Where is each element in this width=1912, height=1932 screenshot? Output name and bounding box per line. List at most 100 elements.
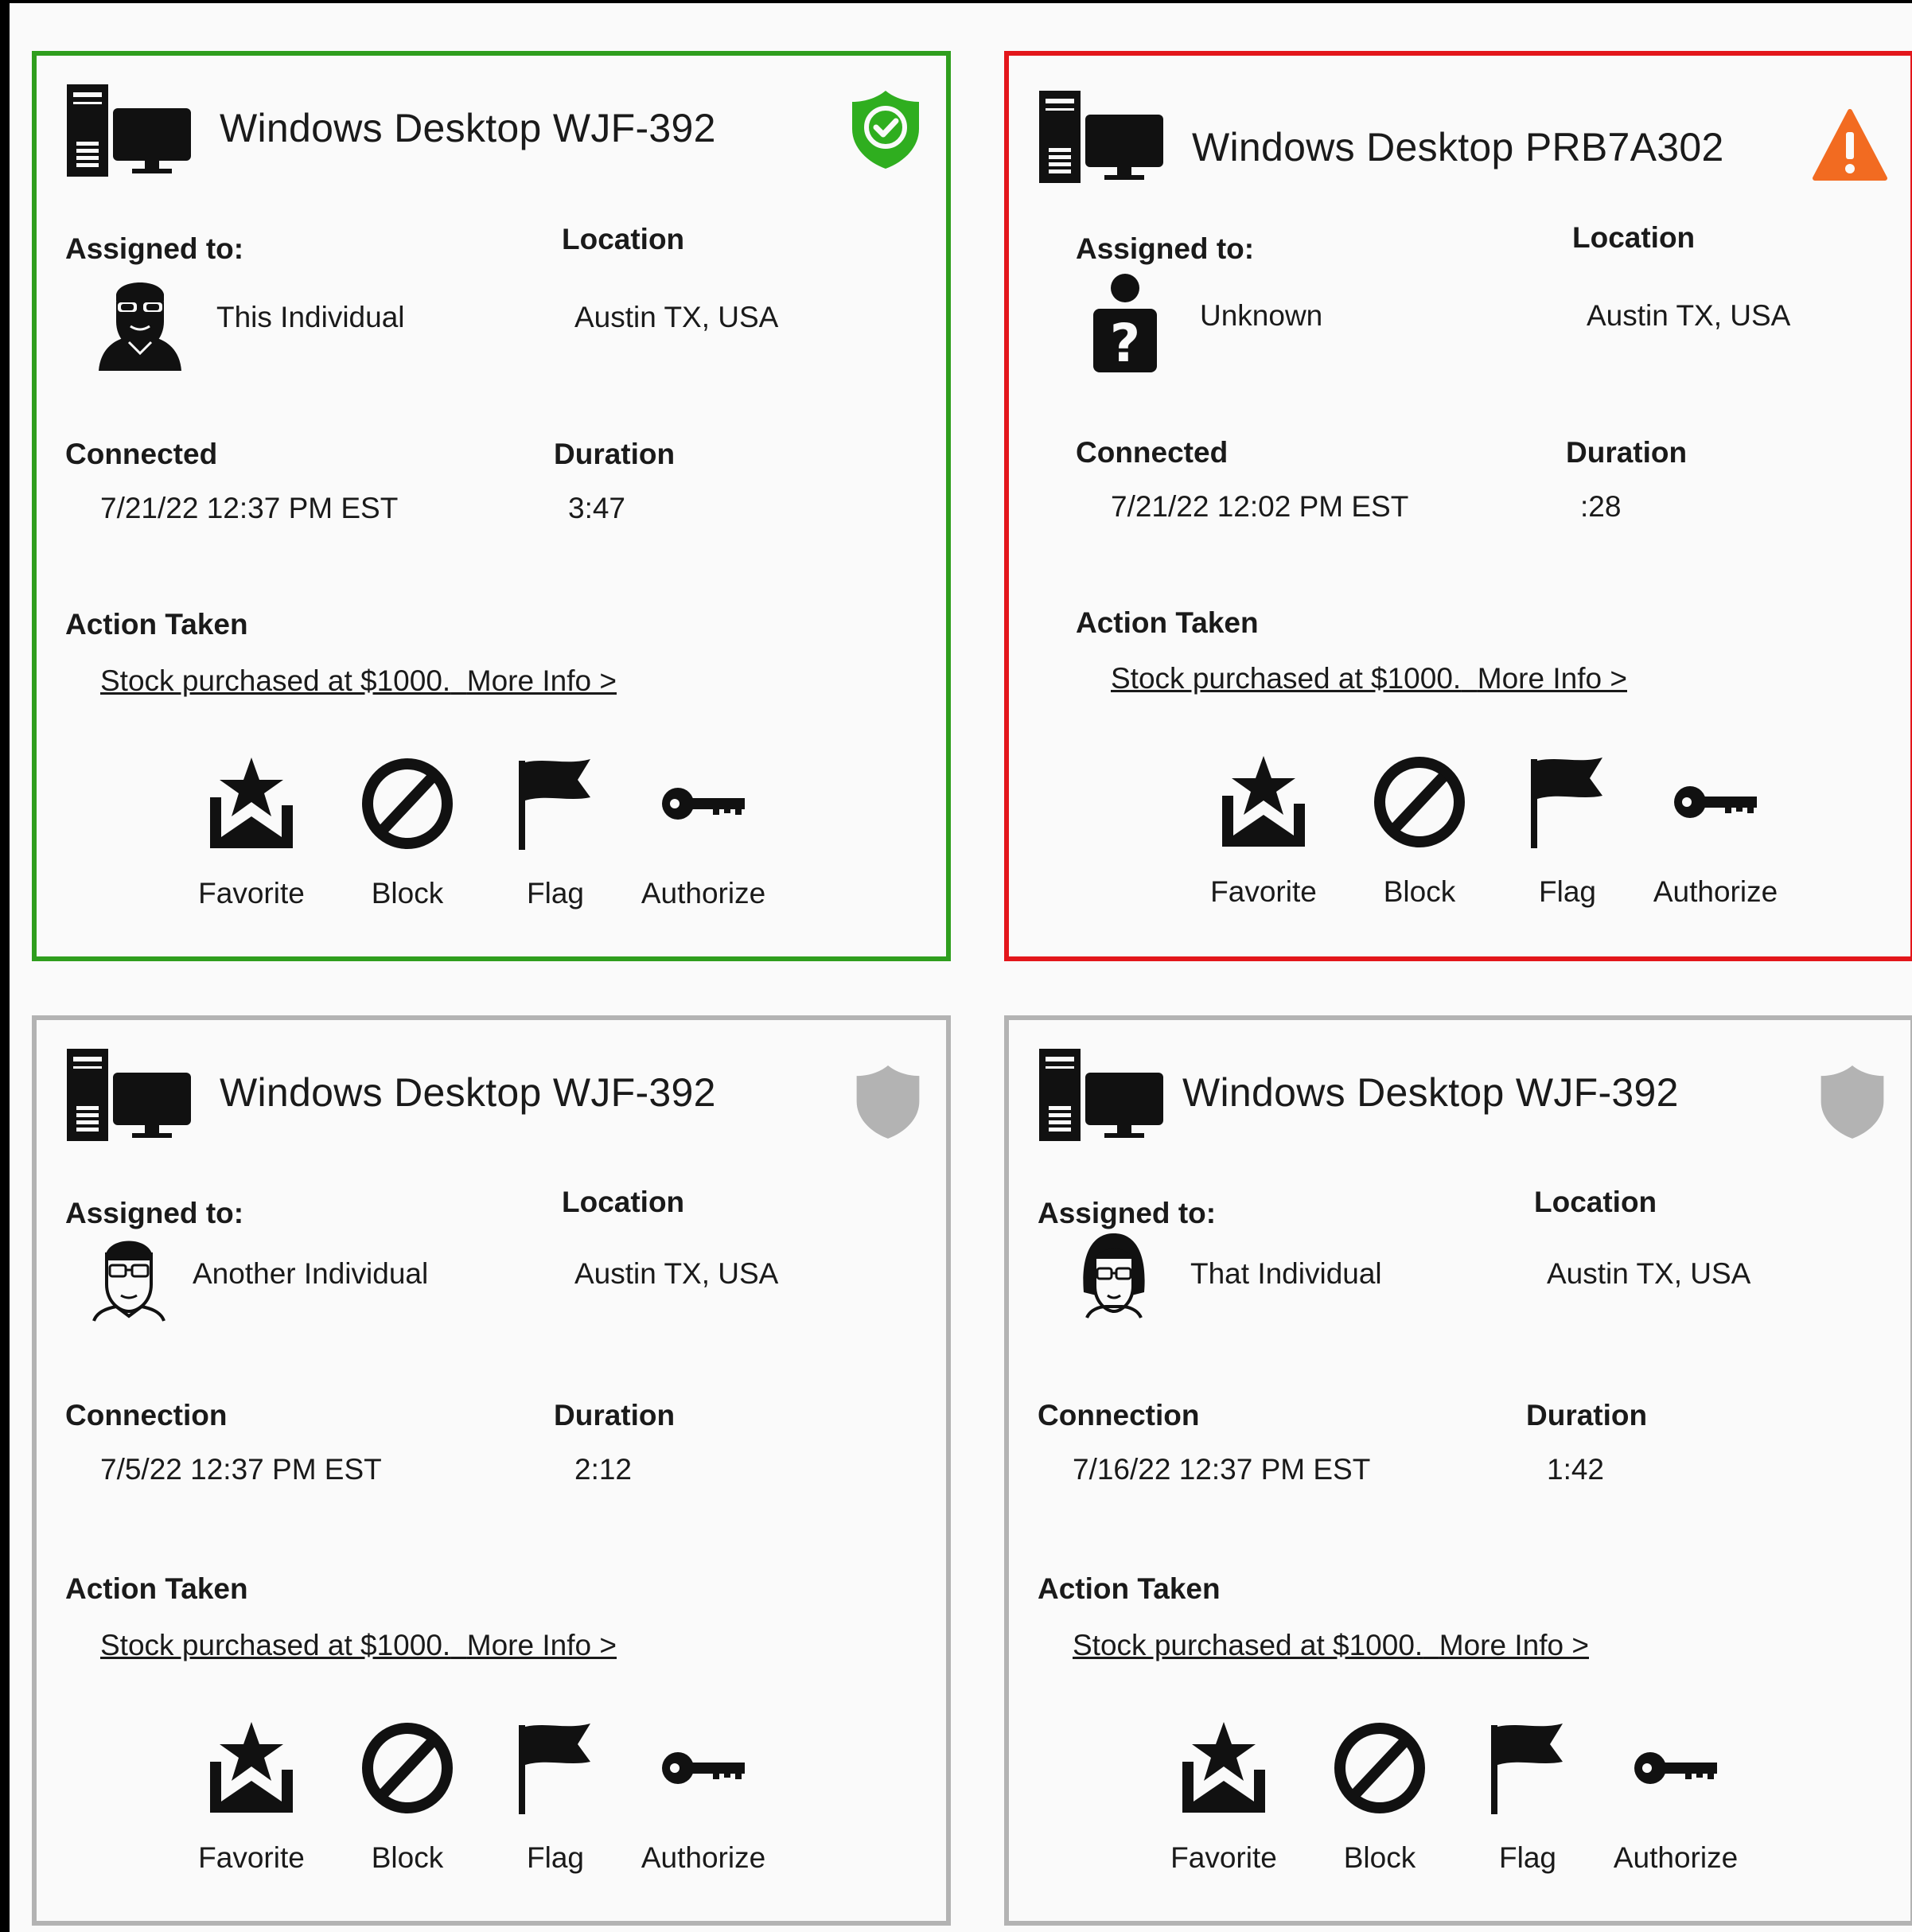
device-card: Windows Desktop WJF-392 Assigned to: Thi… [32, 51, 951, 961]
block-icon [360, 756, 455, 851]
authorize-label: Authorize [641, 877, 766, 910]
flag-button[interactable]: Flag [476, 1720, 635, 1879]
action-bar: Favorite Block Flag Authorize [1184, 754, 1789, 913]
authorize-label: Authorize [641, 1841, 766, 1874]
flag-button[interactable]: Flag [1488, 754, 1647, 913]
flag-label: Flag [1499, 1841, 1556, 1874]
block-button[interactable]: Block [1300, 1720, 1459, 1879]
action-taken-link[interactable]: Stock purchased at $1000. More Info > [100, 664, 617, 698]
assigned-value: Another Individual [193, 1257, 429, 1290]
device-title: Windows Desktop WJF-392 [220, 106, 716, 150]
action-taken-label: Action Taken [1038, 1572, 1221, 1605]
action-taken-text: Stock purchased at $1000. [100, 1629, 451, 1661]
connection-label: Connection [1038, 1399, 1200, 1431]
block-label: Block [371, 1841, 444, 1874]
authorize-button[interactable]: Authorize [624, 756, 783, 915]
favorite-button[interactable]: Favorite [172, 756, 331, 915]
duration-label: Duration [554, 438, 676, 470]
favorite-button[interactable]: Favorite [1184, 754, 1343, 913]
key-icon [656, 1720, 751, 1816]
duration-value: 2:12 [574, 1453, 633, 1486]
block-icon [360, 1720, 455, 1816]
more-info-link[interactable]: More Info > [1439, 1629, 1589, 1661]
assigned-label: Assigned to: [65, 1197, 244, 1229]
duration-value: 3:47 [568, 492, 626, 524]
favorite-icon [1176, 1720, 1271, 1816]
bearded-man-avatar-icon [92, 271, 188, 374]
flag-icon [1480, 1720, 1575, 1816]
connected-label: Connected [65, 438, 218, 470]
device-card: Windows Desktop WJF-392 Assigned to: Ano… [32, 1015, 951, 1926]
authorize-label: Authorize [1613, 1841, 1739, 1874]
connected-value: 7/21/22 12:37 PM EST [100, 492, 399, 524]
favorite-button[interactable]: Favorite [172, 1720, 331, 1879]
action-taken-label: Action Taken [65, 1572, 248, 1605]
block-icon [1332, 1720, 1427, 1816]
duration-label: Duration [554, 1399, 676, 1431]
flag-button[interactable]: Flag [476, 756, 635, 915]
block-button[interactable]: Block [1340, 754, 1499, 913]
assigned-label: Assigned to: [1038, 1197, 1217, 1229]
assigned-value: That Individual [1190, 1257, 1382, 1290]
favorite-label: Favorite [198, 1841, 305, 1874]
assigned-value: Unknown [1200, 299, 1323, 332]
more-info-link[interactable]: More Info > [467, 1629, 617, 1661]
block-label: Block [1383, 875, 1456, 908]
location-value: Austin TX, USA [1547, 1257, 1751, 1290]
svg-text:?: ? [1110, 313, 1140, 374]
authorize-button[interactable]: Authorize [624, 1720, 783, 1879]
device-title: Windows Desktop PRB7A302 [1192, 125, 1724, 169]
duration-value: 1:42 [1547, 1453, 1605, 1486]
desktop-computer-icon [1039, 91, 1163, 183]
more-info-link[interactable]: More Info > [1478, 662, 1627, 695]
location-value: Austin TX, USA [1587, 299, 1791, 332]
warning-triangle-icon [1812, 105, 1888, 188]
action-bar: Favorite Block Flag Authorize [172, 1720, 777, 1879]
favorite-button[interactable]: Favorite [1144, 1720, 1303, 1879]
assigned-value: This Individual [216, 301, 405, 333]
action-taken-text: Stock purchased at $1000. [100, 664, 451, 697]
key-icon [1628, 1720, 1723, 1816]
block-icon [1372, 754, 1467, 850]
action-taken-label: Action Taken [1076, 606, 1259, 639]
authorize-button[interactable]: Authorize [1636, 754, 1795, 913]
flag-button[interactable]: Flag [1448, 1720, 1607, 1879]
device-title: Windows Desktop WJF-392 [1182, 1070, 1679, 1115]
action-taken-link[interactable]: Stock purchased at $1000. More Info > [100, 1629, 617, 1662]
location-value: Austin TX, USA [574, 301, 779, 333]
authorize-label: Authorize [1653, 875, 1778, 908]
duration-value: :28 [1580, 490, 1622, 523]
connected-value: 7/21/22 12:02 PM EST [1111, 490, 1409, 523]
flag-label: Flag [1539, 875, 1596, 908]
flag-label: Flag [527, 877, 584, 910]
block-button[interactable]: Block [328, 1720, 487, 1879]
action-taken-text: Stock purchased at $1000. [1111, 662, 1462, 695]
flag-icon [508, 1720, 603, 1816]
block-label: Block [371, 877, 444, 910]
flag-icon [508, 756, 603, 851]
desktop-computer-icon [67, 1049, 191, 1141]
location-label: Location [562, 223, 685, 255]
favorite-icon [204, 1720, 299, 1816]
connection-value: 7/16/22 12:37 PM EST [1073, 1453, 1371, 1486]
location-label: Location [1534, 1186, 1657, 1218]
location-label: Location [1572, 221, 1696, 254]
action-taken-label: Action Taken [65, 608, 248, 641]
action-taken-link[interactable]: Stock purchased at $1000. More Info > [1111, 662, 1627, 695]
flag-label: Flag [527, 1841, 584, 1874]
action-bar: Favorite Block Flag Authorize [1144, 1720, 1749, 1879]
shield-check-icon [847, 88, 924, 170]
block-button[interactable]: Block [328, 756, 487, 915]
duration-label: Duration [1526, 1399, 1648, 1431]
favorite-icon [204, 756, 299, 851]
shield-gray-icon [1817, 1060, 1888, 1143]
action-taken-link[interactable]: Stock purchased at $1000. More Info > [1073, 1629, 1589, 1662]
favorite-label: Favorite [1170, 1841, 1277, 1874]
authorize-button[interactable]: Authorize [1596, 1720, 1755, 1879]
assigned-label: Assigned to: [1076, 232, 1255, 265]
desktop-computer-icon [67, 84, 191, 177]
more-info-link[interactable]: More Info > [467, 664, 617, 697]
key-icon [1668, 754, 1763, 850]
duration-label: Duration [1566, 436, 1688, 469]
connected-label: Connected [1076, 436, 1229, 469]
